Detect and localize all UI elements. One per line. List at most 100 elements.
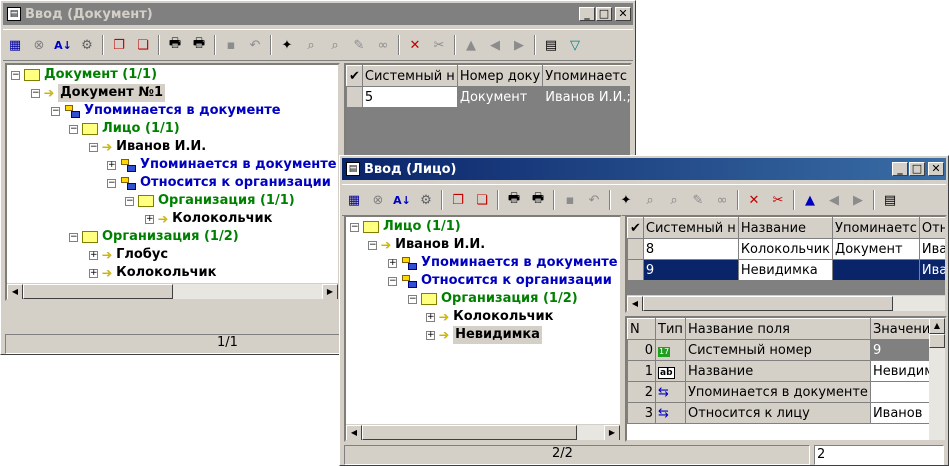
maximize-button[interactable]: □: [596, 7, 612, 21]
first-icon[interactable]: ▲: [800, 190, 820, 210]
tree-node[interactable]: − Иванов И.И.: [89, 138, 206, 156]
settings-icon[interactable]: ⚙: [77, 35, 97, 55]
row-indicator[interactable]: [627, 259, 644, 281]
tree-node[interactable]: − Лицо (1/1): [350, 218, 461, 236]
close-button[interactable]: ✕: [928, 162, 944, 176]
collapse-icon[interactable]: −: [69, 232, 78, 242]
grid-cell[interactable]: 5: [361, 86, 458, 108]
grid-cell[interactable]: Колокольчик: [737, 238, 834, 260]
grid-cell[interactable]: Невидимка: [737, 259, 834, 281]
copy-icon[interactable]: ❐: [448, 190, 468, 210]
collapse-icon[interactable]: −: [388, 276, 397, 286]
print-preview-icon[interactable]: 🖶: [528, 190, 548, 210]
cut-icon[interactable]: ✂: [429, 35, 449, 55]
prev-icon[interactable]: ◀: [485, 35, 505, 55]
sort-icon[interactable]: A↓: [392, 190, 412, 210]
settings-icon[interactable]: ⚙: [416, 190, 436, 210]
tree-pane[interactable]: −Документ (1/1)−Документ №1−Упоминается …: [5, 63, 340, 301]
column-header[interactable]: Номер доку: [456, 65, 544, 87]
expand-icon[interactable]: +: [426, 312, 435, 322]
find-icon[interactable]: ⌕: [301, 35, 321, 55]
field-row[interactable]: 2 ⇆ Упоминается в документе: [627, 381, 945, 403]
save-icon[interactable]: ▪: [221, 35, 241, 55]
properties-icon[interactable]: ▤: [880, 190, 900, 210]
tree-node[interactable]: − Иванов И.И.: [368, 236, 485, 254]
next-icon[interactable]: ▶: [848, 190, 868, 210]
tree-node[interactable]: − Документ №1: [31, 84, 166, 102]
tree-node[interactable]: − Относится к организации: [388, 272, 612, 290]
grid-cell[interactable]: Иван: [918, 259, 945, 281]
tree-node[interactable]: + Глобус: [89, 246, 168, 264]
db-icon[interactable]: ▦: [5, 35, 25, 55]
field-row[interactable]: 3 ⇆ Относится к лицу Иванов: [627, 402, 945, 424]
paste-icon[interactable]: ❏: [472, 190, 492, 210]
undo-icon[interactable]: ↶: [584, 190, 604, 210]
tree-node[interactable]: − Лицо (1/1): [69, 120, 180, 138]
find-next-icon[interactable]: ⌕: [664, 190, 684, 210]
title-bar[interactable]: ▤ Ввод (Документ) _ □ ✕: [3, 3, 633, 25]
fields-pane[interactable]: N Тип Название поля Значение 0 17 Систем…: [625, 316, 947, 442]
new-icon[interactable]: ✦: [277, 35, 297, 55]
tree-node[interactable]: + Упоминается в документе: [107, 156, 337, 174]
scroll-right-icon[interactable]: ▶: [322, 284, 338, 299]
grid-cell[interactable]: Документ: [832, 238, 920, 260]
tree-node[interactable]: − Относится к организации: [107, 174, 331, 192]
tree-node[interactable]: + Невидимка: [426, 326, 542, 344]
horizontal-scrollbar[interactable]: ◀ ▶: [7, 283, 338, 299]
records-grid[interactable]: ✔ Системный н Название Упоминаетс Отно 8…: [627, 217, 945, 281]
column-header[interactable]: Упоминаетс: [832, 217, 920, 239]
grid-cell[interactable]: 9: [642, 259, 739, 281]
column-header[interactable]: Системный н: [642, 217, 739, 239]
tree-node[interactable]: − Упоминается в документе: [51, 102, 281, 120]
grid-cell[interactable]: Документ: [456, 86, 544, 108]
select-all-icon[interactable]: ✔: [627, 217, 644, 239]
cancel-icon[interactable]: ⊗: [368, 190, 388, 210]
table-row[interactable]: 5 Документ Иванов И.И.;: [346, 86, 630, 108]
find-next-icon[interactable]: ⌕: [325, 35, 345, 55]
column-header[interactable]: Тип: [655, 318, 686, 340]
column-header[interactable]: Системный н: [361, 65, 458, 87]
column-header[interactable]: Отно: [918, 217, 945, 239]
undo-icon[interactable]: ↶: [245, 35, 265, 55]
tree-node[interactable]: − Документ (1/1): [11, 66, 157, 84]
title-bar[interactable]: ▤ Ввод (Лицо) _ □ ✕: [342, 158, 946, 180]
delete-icon[interactable]: ✕: [405, 35, 425, 55]
collapse-icon[interactable]: −: [31, 88, 40, 98]
link-icon[interactable]: ∞: [712, 190, 732, 210]
edit-icon[interactable]: ✎: [349, 35, 369, 55]
properties-icon[interactable]: ▤: [541, 35, 561, 55]
field-row[interactable]: 0 17 Системный номер 9: [627, 339, 945, 361]
expand-icon[interactable]: +: [89, 250, 98, 260]
collapse-icon[interactable]: −: [69, 124, 78, 134]
expand-icon[interactable]: +: [426, 330, 435, 340]
paste-icon[interactable]: ❏: [133, 35, 153, 55]
first-icon[interactable]: ▲: [461, 35, 481, 55]
link-icon[interactable]: ∞: [373, 35, 393, 55]
person-window[interactable]: ▤ Ввод (Лицо) _ □ ✕ ▦ ⊗ A↓ ⚙ ❐ ❏ 🖶 🖶 ▪ ↶…: [339, 155, 949, 466]
vertical-scrollbar[interactable]: ▲: [929, 318, 945, 440]
collapse-icon[interactable]: −: [368, 240, 377, 250]
expand-icon[interactable]: +: [388, 258, 397, 268]
cut-icon[interactable]: ✂: [768, 190, 788, 210]
expand-icon[interactable]: +: [107, 160, 116, 170]
grid-pane[interactable]: ✔ Системный н Название Упоминаетс Отно 8…: [625, 215, 947, 313]
filter-icon[interactable]: ▽: [565, 35, 585, 55]
row-indicator[interactable]: [627, 238, 644, 260]
collapse-icon[interactable]: −: [89, 142, 98, 152]
sort-icon[interactable]: A↓: [53, 35, 73, 55]
tree-node[interactable]: − Организация (1/2): [408, 290, 578, 308]
db-icon[interactable]: ▦: [344, 190, 364, 210]
select-all-icon[interactable]: ✔: [346, 65, 363, 87]
cancel-icon[interactable]: ⊗: [29, 35, 49, 55]
print-icon[interactable]: 🖶: [165, 35, 185, 55]
tree-pane[interactable]: −Лицо (1/1)−Иванов И.И.+Упоминается в до…: [344, 215, 622, 442]
table-row-selected[interactable]: 9 Невидимка Иван: [627, 259, 945, 281]
horizontal-scrollbar[interactable]: ◀: [627, 295, 945, 311]
close-button[interactable]: ✕: [615, 7, 631, 21]
scroll-left-icon[interactable]: ◀: [627, 296, 643, 311]
grid-cell[interactable]: Иван: [918, 238, 945, 260]
next-icon[interactable]: ▶: [509, 35, 529, 55]
minimize-button[interactable]: _: [892, 162, 908, 176]
find-icon[interactable]: ⌕: [640, 190, 660, 210]
save-icon[interactable]: ▪: [560, 190, 580, 210]
